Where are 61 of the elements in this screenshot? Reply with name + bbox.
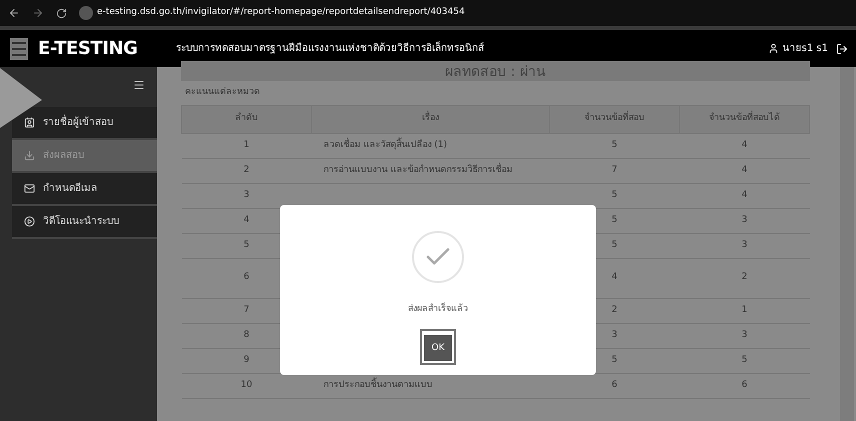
user-name[interactable]: นายs1 s1 xyxy=(782,41,828,56)
logo-text: E-TESTING xyxy=(38,37,138,61)
table-cell: 4 xyxy=(182,208,312,233)
table-cell: 3 xyxy=(680,233,810,258)
table-cell: 4 xyxy=(680,158,810,183)
table-cell: 7 xyxy=(182,298,312,323)
table-cell: 3 xyxy=(182,183,312,208)
table-cell: 6 xyxy=(550,373,680,398)
table-cell: 7 xyxy=(550,158,680,183)
dialog-message: ส่งผลสำเร็จแล้ว xyxy=(408,303,468,316)
column-header: ลำดับ xyxy=(182,105,312,133)
sidebar-item[interactable]: วิดีโอแนะนำระบบ xyxy=(12,206,157,239)
card-icon xyxy=(24,117,35,128)
table-cell: 1 xyxy=(182,133,312,158)
download-icon xyxy=(24,150,35,161)
play-icon xyxy=(24,216,35,227)
table-cell: 6 xyxy=(680,373,810,398)
table-cell: 5 xyxy=(550,183,680,208)
menu-icon[interactable] xyxy=(133,79,145,91)
table-cell: 5 xyxy=(550,133,680,158)
column-header: เรื่อง xyxy=(312,105,550,133)
table-cell: 5 xyxy=(680,348,810,373)
table-cell: 10 xyxy=(182,373,312,398)
pointer-arrow-icon xyxy=(0,68,42,128)
logo-icon xyxy=(8,36,30,62)
table-cell: 1 xyxy=(680,298,810,323)
table-cell: 5 xyxy=(550,348,680,373)
logout-icon[interactable] xyxy=(836,42,848,54)
reload-icon[interactable] xyxy=(56,8,67,18)
table-cell: 2 xyxy=(182,158,312,183)
table-cell: 5 xyxy=(550,233,680,258)
table-cell: 3 xyxy=(680,323,810,348)
success-check-icon xyxy=(412,231,464,283)
table-cell: การประกอบชิ้นงานตามแบบ xyxy=(312,373,550,398)
section-label: คะแนนแต่ละหมวด xyxy=(184,86,261,99)
forward-icon[interactable] xyxy=(32,7,44,19)
table-cell: 2 xyxy=(680,258,810,298)
app-title: ระบบการทดสอบมาตรฐานฝีมือแรงงานแห่งชาติด้วยวิธีการอิเล็กทรอนิกส์ xyxy=(176,41,485,56)
back-icon[interactable] xyxy=(8,7,20,19)
table-cell: 6 xyxy=(182,258,312,298)
table-cell: 3 xyxy=(550,323,680,348)
column-header: จำนวนข้อที่สอบได้ xyxy=(680,105,810,133)
table-cell: 9 xyxy=(182,348,312,373)
sidebar-item[interactable]: กำหนดอีเมล xyxy=(12,173,157,206)
address-field[interactable]: e-testing.dsd.go.th/invigilator/#/report-homepage/reportdetailsendreport/403454 xyxy=(79,6,465,20)
mail-icon xyxy=(24,183,35,194)
sidebar-item[interactable]: รายชื่อผู้เข้าสอบ xyxy=(12,107,157,140)
table-cell: 2 xyxy=(550,298,680,323)
table-cell: 4 xyxy=(680,133,810,158)
table-cell: 4 xyxy=(550,258,680,298)
ok-button[interactable]: OK xyxy=(424,335,452,362)
table-cell: 8 xyxy=(182,323,312,348)
site-info-icon[interactable] xyxy=(79,6,93,20)
user-icon xyxy=(768,43,779,54)
column-header: จำนวนข้อที่สอบ xyxy=(550,105,680,133)
table-cell: การอ่านแบบงาน และข้อกำหนดกรรมวิธีการเชื่อม xyxy=(312,158,550,183)
table-cell: 4 xyxy=(680,183,810,208)
table-cell: 5 xyxy=(550,208,680,233)
table-cell: 5 xyxy=(182,233,312,258)
table-cell: ลวดเชื่อม และวัสดุสิ้นเปลือง (1) xyxy=(312,133,550,158)
table-cell: 3 xyxy=(680,208,810,233)
